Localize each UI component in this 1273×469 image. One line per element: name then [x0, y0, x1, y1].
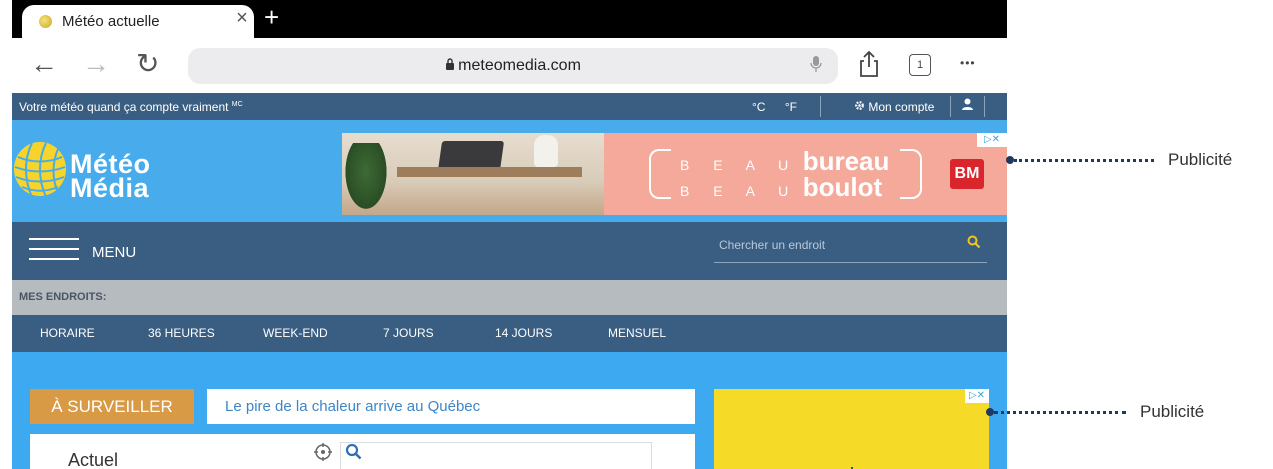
ad-annotation-top: Publicité: [1006, 150, 1232, 170]
unit-celsius[interactable]: °C: [752, 100, 765, 114]
bracket-right: [900, 149, 922, 199]
browser-tab[interactable]: Météo actuelle ×: [22, 5, 254, 38]
annotation-label: Publicité: [1140, 402, 1205, 421]
nav-14-days[interactable]: 14 JOURS: [495, 326, 552, 340]
reload-icon[interactable]: ↻: [136, 46, 159, 82]
tagline-text: Votre météo quand ça compte vraiment: [19, 100, 229, 114]
tagline: Votre météo quand ça compte vraiment MC: [19, 100, 243, 114]
ad-annotation-side: Publicité: [986, 402, 1204, 422]
nav-hourly[interactable]: HORAIRE: [40, 326, 95, 340]
account-label: Mon compte: [868, 100, 935, 114]
new-tab-icon[interactable]: +: [264, 2, 279, 32]
divider: [820, 96, 821, 117]
back-arrow-icon[interactable]: ←: [30, 46, 58, 82]
adchoices-icon[interactable]: ▷✕: [965, 389, 989, 403]
tab-bar: Météo actuelle × +: [12, 0, 1007, 38]
gear-icon: [854, 100, 868, 114]
browser-toolbar: ← → ↻ meteomedia.com 1 •••: [12, 38, 1007, 93]
close-tab-icon[interactable]: ×: [232, 7, 252, 30]
site-header: Météo Média B E A U bureau B E A U boulo…: [12, 120, 1007, 222]
ad-line-2: B E A U boulot: [680, 172, 882, 203]
tagline-mark: MC: [231, 101, 243, 108]
top-strip: Votre météo quand ça compte vraiment MC …: [12, 93, 1007, 120]
menu-button[interactable]: MENU: [92, 244, 136, 261]
annotation-leader: [1014, 158, 1154, 162]
adchoices-icon[interactable]: ▷✕: [977, 133, 1007, 147]
my-places-label: MES ENDROITS:: [19, 291, 107, 303]
ad-line1-prefix: B E A U: [680, 157, 799, 173]
plant-shape: [342, 143, 390, 215]
favicon-icon: [39, 15, 52, 28]
watch-headline[interactable]: Le pire de la chaleur arrive au Québec: [207, 389, 695, 424]
logo-wordmark: Météo Média: [70, 151, 151, 203]
ad-line2-prefix: B E A U: [680, 183, 799, 199]
tab-title: Météo actuelle: [62, 13, 160, 30]
annotation-label: Publicité: [1168, 150, 1233, 169]
location-search[interactable]: Chercher un endroit: [714, 232, 987, 263]
desk-shape: [397, 167, 582, 177]
nav-36-hours[interactable]: 36 HEURES: [148, 326, 215, 340]
forward-arrow-icon[interactable]: →: [82, 46, 110, 82]
nav-monthly[interactable]: MENSUEL: [608, 326, 666, 340]
current-label: Actuel: [68, 450, 119, 469]
lock-icon: [445, 58, 458, 73]
annotation-leader: [994, 410, 1126, 414]
brand-badge: BM: [950, 159, 984, 189]
logo-line2: Média: [70, 173, 150, 203]
watch-tag[interactable]: À SURVEILLER: [30, 389, 194, 424]
url-display: meteomedia.com: [188, 57, 838, 75]
address-bar[interactable]: meteomedia.com: [188, 48, 838, 84]
locate-icon[interactable]: [313, 442, 333, 468]
account-link[interactable]: Mon compte: [854, 100, 934, 114]
unit-fahrenheit[interactable]: °F: [785, 100, 797, 114]
side-ad[interactable]: ▷✕: [714, 389, 989, 469]
main-content: À SURVEILLER Le pire de la chaleur arriv…: [12, 352, 1007, 469]
annotation-dot: [986, 408, 994, 416]
annotation-dot: [1006, 156, 1014, 164]
ad-line2-word: boulot: [802, 172, 883, 202]
divider: [950, 96, 951, 117]
user-icon[interactable]: [962, 98, 973, 113]
site-logo[interactable]: Météo Média: [12, 137, 152, 203]
browser-screen: Météo actuelle × + ← → ↻ meteomedia.com …: [12, 0, 1007, 469]
search-icon[interactable]: [345, 443, 363, 467]
lamp-shape: [534, 135, 558, 167]
tabs-icon[interactable]: 1: [909, 54, 931, 76]
bracket-left: [649, 149, 671, 199]
ad-banner[interactable]: B E A U bureau B E A U boulot BM ▷✕: [342, 133, 1007, 215]
unit-switch: °C °F: [752, 100, 813, 114]
microphone-icon[interactable]: [810, 55, 822, 78]
more-icon[interactable]: •••: [960, 56, 976, 70]
search-icon[interactable]: [967, 235, 981, 253]
my-places-bar: MES ENDROITS:: [12, 280, 1007, 315]
search-placeholder: Chercher un endroit: [719, 238, 826, 252]
current-search-field[interactable]: [340, 442, 652, 469]
menu-bar: MENU Chercher un endroit: [12, 222, 1007, 280]
nav-weekend[interactable]: WEEK-END: [263, 326, 328, 340]
hamburger-icon[interactable]: [29, 238, 79, 268]
divider: [984, 96, 985, 117]
globe-logo-icon: [14, 142, 66, 198]
ad-image: [342, 133, 604, 215]
nav-7-days[interactable]: 7 JOURS: [383, 326, 434, 340]
share-icon[interactable]: [858, 50, 880, 83]
current-conditions-card: Actuel: [30, 434, 695, 469]
url-text: meteomedia.com: [458, 57, 581, 74]
forecast-nav: HORAIRE 36 HEURES WEEK-END 7 JOURS 14 JO…: [12, 315, 1007, 352]
